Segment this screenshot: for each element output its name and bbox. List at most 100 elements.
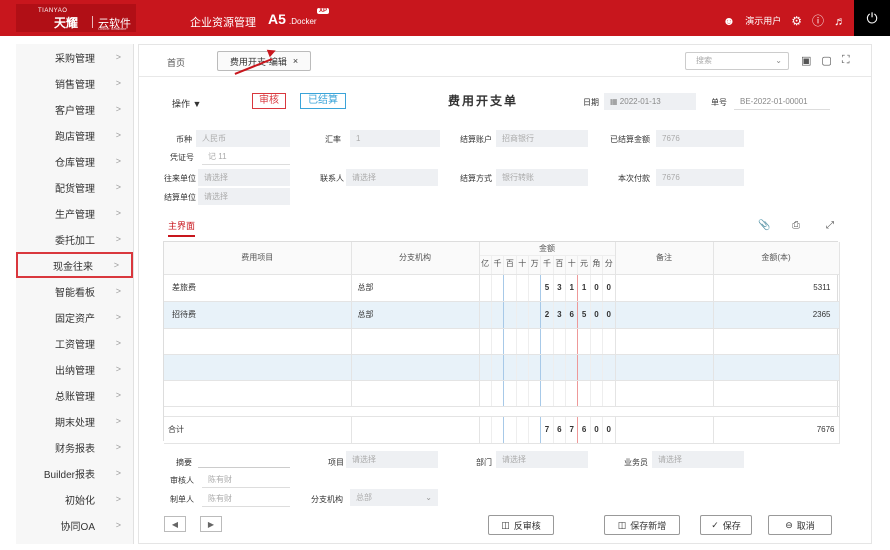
cell-note[interactable] bbox=[615, 274, 714, 302]
table-row-empty[interactable] bbox=[164, 380, 840, 407]
project-field[interactable]: 请选择 bbox=[346, 451, 438, 468]
user-icon[interactable]: ☻ bbox=[723, 14, 736, 28]
screenshot-icon[interactable]: ▣ bbox=[801, 54, 811, 67]
sidebar-item-builder-reports[interactable]: Builder报表 > bbox=[16, 460, 133, 486]
prev-button[interactable]: ◀ bbox=[164, 516, 186, 532]
table-row-empty[interactable] bbox=[164, 328, 840, 355]
search-input[interactable]: 搜索 ⌄ bbox=[685, 52, 789, 70]
sidebar-item-payroll[interactable]: 工资管理 > bbox=[16, 330, 133, 356]
cell-branch[interactable]: 总部 bbox=[351, 274, 480, 302]
settled-amount-field[interactable]: 7676 bbox=[656, 130, 744, 147]
account-field[interactable]: 招商银行 bbox=[496, 130, 588, 147]
sidebar-item-cashier[interactable]: 出纳管理 > bbox=[16, 356, 133, 382]
fullscreen-icon[interactable]: ⛶ bbox=[842, 54, 850, 67]
cell-note[interactable] bbox=[615, 301, 714, 329]
digit-header: 百 bbox=[504, 256, 517, 273]
sidebar-item-financial-reports[interactable]: 财务报表 > bbox=[16, 434, 133, 460]
sidebar-item-label: 工资管理 bbox=[55, 339, 95, 351]
sidebar-item-ledger[interactable]: 总账管理 > bbox=[16, 382, 133, 408]
pay-field[interactable]: 7676 bbox=[656, 169, 744, 186]
sidebar-item-customers[interactable]: 客户管理 > bbox=[16, 96, 133, 122]
salesman-field[interactable]: 请选择 bbox=[652, 451, 744, 468]
voucher-field[interactable]: 记 11 bbox=[202, 148, 290, 165]
next-button[interactable]: ▶ bbox=[200, 516, 222, 532]
chevron-down-icon[interactable]: ⌄ bbox=[775, 53, 782, 69]
sidebar-item-cash[interactable]: 现金往来 > bbox=[16, 252, 133, 278]
dept-field[interactable]: 请选择 bbox=[496, 451, 588, 468]
save-new-button[interactable]: ◫ 保存新增 bbox=[604, 515, 680, 535]
user-name[interactable]: 演示用户 bbox=[745, 14, 781, 27]
sidebar-item-dashboard[interactable]: 智能看板 > bbox=[16, 278, 133, 304]
digit bbox=[480, 274, 492, 300]
sidebar-item-initialization[interactable]: 初始化 > bbox=[16, 486, 133, 512]
attachment-icon[interactable]: 📎 bbox=[758, 220, 770, 231]
digit bbox=[517, 301, 529, 327]
cell-amount-base[interactable]: 5311 bbox=[713, 274, 840, 302]
table-row[interactable]: 招待费 总部 2 3 6 5 0 0 2365 bbox=[164, 301, 840, 329]
save-button[interactable]: ✓ 保存 bbox=[700, 515, 752, 535]
digit-header: 百 bbox=[554, 256, 567, 273]
digit bbox=[504, 416, 517, 442]
settle-unit-field[interactable]: 请选择 bbox=[198, 188, 290, 205]
number-field[interactable]: BE-2022-01-00001 bbox=[734, 93, 830, 110]
chevron-right-icon: > bbox=[115, 182, 121, 192]
rate-field[interactable]: 1 bbox=[350, 130, 440, 147]
method-field[interactable]: 银行转账 bbox=[496, 169, 588, 186]
tab-main[interactable]: 主界面 bbox=[168, 219, 196, 237]
branch-select[interactable]: 总部 ⌄ bbox=[350, 489, 438, 506]
summary-field[interactable] bbox=[198, 451, 290, 468]
currency-field[interactable]: 人民币 bbox=[196, 130, 290, 147]
sidebar-item-fixed-assets[interactable]: 固定资产 > bbox=[16, 304, 133, 330]
digit: 0 bbox=[606, 424, 611, 434]
sidebar-item-oa[interactable]: 协同OA > bbox=[16, 512, 133, 538]
unaudit-button[interactable]: ◫ 反审核 bbox=[488, 515, 554, 535]
tab-home[interactable]: 首页 bbox=[167, 56, 185, 69]
sidebar-item-production[interactable]: 生产管理 > bbox=[16, 200, 133, 226]
cell-amount-digits[interactable]: 2 3 6 5 0 0 bbox=[479, 301, 616, 329]
sidebar-item-outsourcing[interactable]: 委托加工 > bbox=[16, 226, 133, 252]
partner-field[interactable]: 请选择 bbox=[198, 169, 290, 186]
table-row-empty[interactable] bbox=[164, 354, 840, 381]
digit bbox=[492, 301, 505, 327]
digit: 6 bbox=[566, 301, 579, 327]
sound-icon[interactable]: ♬ bbox=[834, 14, 846, 28]
branch-value: 总部 bbox=[356, 493, 372, 502]
sidebar-item-label: 配货管理 bbox=[55, 183, 95, 195]
power-icon: ⏻ bbox=[866, 9, 878, 26]
voucher-label: 凭证号 bbox=[170, 153, 194, 162]
cell-amount-digits[interactable]: 5 3 1 1 0 0 bbox=[479, 274, 616, 302]
cell-item[interactable]: 差旅费 bbox=[164, 274, 352, 302]
table-row[interactable]: 差旅费 总部 5 3 1 1 0 0 5311 bbox=[164, 274, 840, 302]
settle-unit-label: 结算单位 bbox=[164, 193, 196, 202]
chevron-right-icon: > bbox=[115, 104, 121, 114]
chevron-right-icon: > bbox=[115, 468, 121, 478]
fit-screen-icon[interactable]: ▢ bbox=[821, 54, 831, 67]
digit: 0 bbox=[606, 309, 611, 319]
col-header-amount: 金额 亿 千 百 十 万 千 百 十 元 角 分 bbox=[479, 242, 616, 275]
gear-icon[interactable]: ⚙ bbox=[791, 14, 802, 28]
sidebar-item-sales[interactable]: 销售管理 > bbox=[16, 70, 133, 96]
sidebar-item-purchase[interactable]: 采购管理 > bbox=[16, 44, 133, 70]
sidebar-item-period-end[interactable]: 期末处理 > bbox=[16, 408, 133, 434]
date-field[interactable]: ▦ 2022-01-13 bbox=[604, 93, 696, 110]
power-button[interactable]: ⏻ bbox=[854, 0, 890, 36]
contact-label: 联系人 bbox=[320, 174, 344, 183]
cell-amount-base[interactable]: 2365 bbox=[713, 301, 840, 329]
sidebar-item-warehouse[interactable]: 仓库管理 > bbox=[16, 148, 133, 174]
digit: 2 bbox=[541, 301, 554, 327]
sidebar-item-store-visits[interactable]: 跑店管理 > bbox=[16, 122, 133, 148]
print-icon[interactable]: ⎙ bbox=[792, 220, 800, 231]
contact-field[interactable]: 请选择 bbox=[346, 169, 438, 186]
cancel-label: 取消 bbox=[796, 520, 815, 531]
help-icon[interactable]: ⓘ bbox=[812, 12, 824, 29]
expand-icon[interactable]: ⤢ bbox=[826, 220, 834, 231]
cell-branch[interactable]: 总部 bbox=[351, 301, 480, 329]
sidebar-item-distribution[interactable]: 配货管理 > bbox=[16, 174, 133, 200]
close-icon[interactable]: × bbox=[293, 56, 298, 66]
logo-tagline: Online Software bbox=[98, 26, 127, 31]
cell-item[interactable]: 招待费 bbox=[164, 301, 352, 329]
operation-menu[interactable]: 操作 ▼ bbox=[172, 97, 201, 110]
cancel-button[interactable]: ⊖ 取消 bbox=[768, 515, 832, 535]
digit bbox=[492, 274, 505, 300]
chevron-right-icon: > bbox=[115, 130, 121, 140]
